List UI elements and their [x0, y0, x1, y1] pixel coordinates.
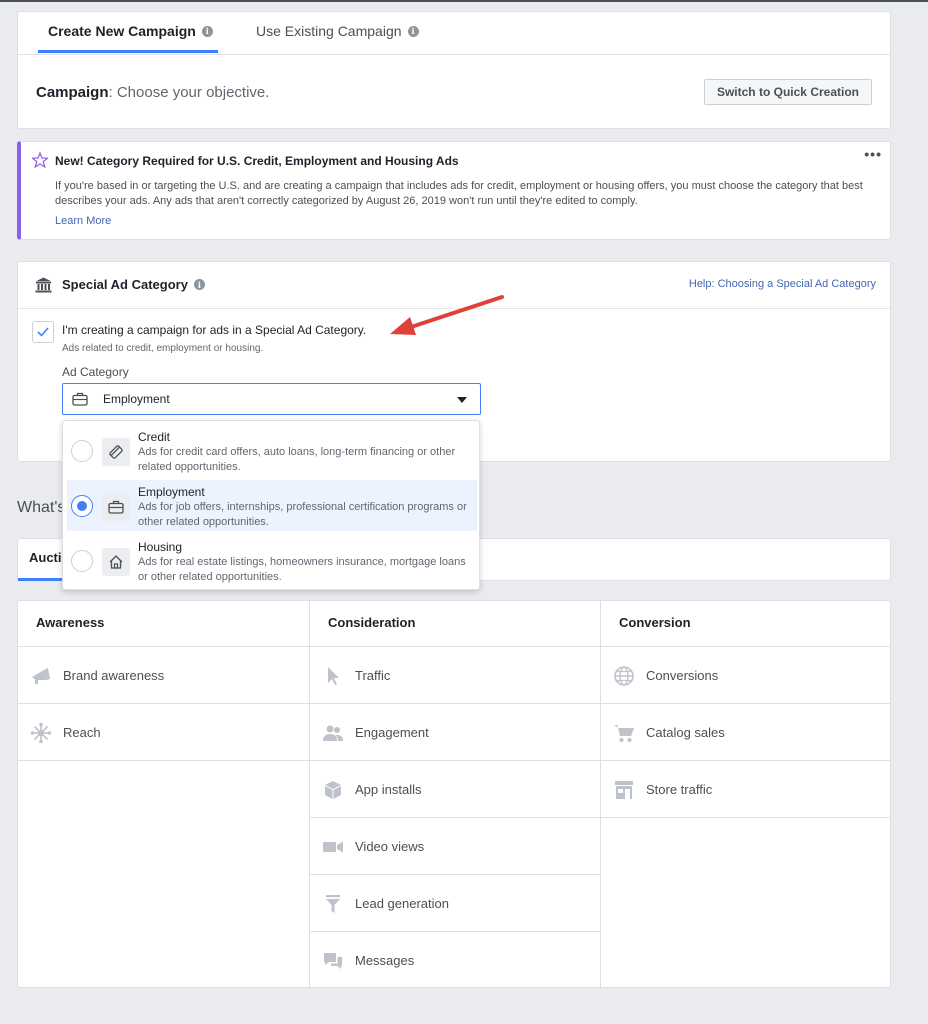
category-notice-card: New! Category Required for U.S. Credit, …: [17, 141, 891, 240]
info-icon[interactable]: i: [193, 279, 205, 290]
objective-lead-generation[interactable]: Lead generation: [310, 875, 600, 932]
campaign-prompt: : Choose your objective.: [108, 84, 270, 101]
info-icon[interactable]: i: [407, 25, 419, 37]
active-tab-indicator: [38, 50, 218, 53]
objective-messages[interactable]: Messages: [310, 932, 600, 989]
window-top-border: [0, 0, 928, 2]
objective-column-awareness: Awareness Brand awareness Reach: [18, 601, 309, 987]
objective-store-traffic[interactable]: Store traffic: [601, 761, 891, 818]
campaign-label: Campaign: [36, 84, 109, 101]
objective-label: Catalog sales: [646, 725, 725, 740]
switch-to-quick-creation-button[interactable]: Switch to Quick Creation: [703, 79, 872, 105]
people-icon: [323, 725, 343, 741]
tab-use-existing-label: Use Existing Campaign: [256, 23, 402, 39]
campaign-tabs: Create New Campaign i Use Existing Campa…: [18, 12, 890, 55]
objective-label: Conversions: [646, 668, 719, 683]
video-camera-icon: [323, 841, 343, 853]
special-ad-category-title-text: Special Ad Category: [62, 277, 188, 292]
special-ad-category-title: Special Ad Category i: [62, 277, 205, 292]
notice-body: If you're based in or targeting the U.S.…: [55, 180, 863, 207]
learn-more-link[interactable]: Learn More: [55, 215, 111, 227]
ad-category-label: Ad Category: [62, 365, 129, 379]
credit-card-icon: [102, 438, 130, 466]
cursor-icon: [328, 667, 339, 685]
radio-button[interactable]: [71, 440, 93, 462]
objective-catalog-sales[interactable]: Catalog sales: [601, 704, 891, 761]
tab-create-new-label: Create New Campaign: [48, 23, 196, 39]
column-header: Conversion: [601, 601, 891, 647]
objective-video-views[interactable]: Video views: [310, 818, 600, 875]
dropdown-option-description: Ads for credit card offers, auto loans, …: [138, 446, 456, 473]
radio-button[interactable]: [71, 550, 93, 572]
dropdown-option-title: Housing: [138, 540, 183, 554]
objective-label: Lead generation: [355, 896, 449, 911]
objective-label: Engagement: [355, 725, 429, 740]
objective-conversions[interactable]: Conversions: [601, 647, 891, 704]
objective-label: Traffic: [355, 668, 391, 683]
objective-column-conversion: Conversion Conversions Catalog sales Sto…: [600, 601, 891, 987]
funnel-icon: [326, 895, 340, 913]
bank-icon: [35, 277, 52, 293]
store-icon: [615, 781, 633, 799]
dropdown-option-credit[interactable]: Credit Ads for credit card offers, auto …: [67, 425, 477, 476]
dropdown-option-title: Employment: [138, 485, 205, 499]
active-tab-indicator: [18, 578, 68, 581]
objective-label: Messages: [355, 953, 415, 968]
objective-brand-awareness[interactable]: Brand awareness: [18, 647, 309, 704]
column-header: Consideration: [310, 601, 600, 647]
ad-category-select[interactable]: Employment: [62, 383, 481, 415]
dropdown-option-title: Credit: [138, 430, 171, 444]
tab-create-new-campaign[interactable]: Create New Campaign i: [48, 23, 213, 39]
tab-use-existing-campaign[interactable]: Use Existing Campaign i: [256, 23, 419, 39]
objectives-grid: Awareness Brand awareness Reach Consider…: [17, 600, 891, 988]
chat-bubbles-icon: [324, 953, 342, 969]
objective-column-consideration: Consideration Traffic Engagement App ins…: [309, 601, 600, 987]
campaign-objective-heading: Campaign: Choose your objective.: [36, 84, 269, 101]
star-icon: [32, 152, 48, 168]
help-choosing-category-link[interactable]: Help: Choosing a Special Ad Category: [689, 278, 876, 290]
objective-reach[interactable]: Reach: [18, 704, 309, 761]
dropdown-option-description: Ads for job offers, internships, profess…: [138, 501, 467, 528]
briefcase-icon: [102, 493, 130, 521]
special-category-checkbox-sublabel: Ads related to credit, employment or hou…: [62, 343, 264, 354]
campaign-tabs-card: Create New Campaign i Use Existing Campa…: [17, 11, 891, 129]
shopping-cart-icon: [614, 725, 634, 742]
annotation-arrow-icon: [390, 295, 504, 335]
ad-category-selected-value: Employment: [103, 392, 170, 406]
buying-type-heading: What's: [17, 499, 66, 516]
objective-engagement[interactable]: Engagement: [310, 704, 600, 761]
tab-auction[interactable]: Aucti: [29, 550, 62, 565]
briefcase-icon: [72, 392, 88, 406]
objective-label: Store traffic: [646, 782, 713, 797]
column-header: Awareness: [18, 601, 309, 647]
notice-title: New! Category Required for U.S. Credit, …: [55, 154, 459, 168]
more-options-icon[interactable]: •••: [864, 146, 882, 162]
ad-category-dropdown-menu: Credit Ads for credit card offers, auto …: [62, 420, 480, 590]
objective-label: Reach: [63, 725, 101, 740]
objective-traffic[interactable]: Traffic: [310, 647, 600, 704]
dropdown-option-description: Ads for real estate listings, homeowners…: [138, 556, 466, 583]
special-category-checkbox[interactable]: [32, 321, 54, 343]
objective-label: App installs: [355, 782, 422, 797]
special-category-checkbox-label[interactable]: I'm creating a campaign for ads in a Spe…: [62, 323, 366, 337]
chevron-down-icon: [457, 397, 467, 403]
globe-icon: [614, 666, 634, 686]
dropdown-option-employment[interactable]: Employment Ads for job offers, internshi…: [67, 480, 477, 531]
checkmark-icon: [37, 327, 49, 337]
house-icon: [102, 548, 130, 576]
objective-label: Video views: [355, 839, 425, 854]
objective-app-installs[interactable]: App installs: [310, 761, 600, 818]
info-icon[interactable]: i: [201, 25, 213, 37]
dropdown-option-housing[interactable]: Housing Ads for real estate listings, ho…: [67, 535, 477, 586]
objective-label: Brand awareness: [63, 668, 165, 683]
megaphone-icon: [32, 668, 50, 684]
radio-button-selected[interactable]: [71, 495, 93, 517]
reach-icon: [30, 722, 52, 744]
box-icon: [325, 781, 341, 799]
